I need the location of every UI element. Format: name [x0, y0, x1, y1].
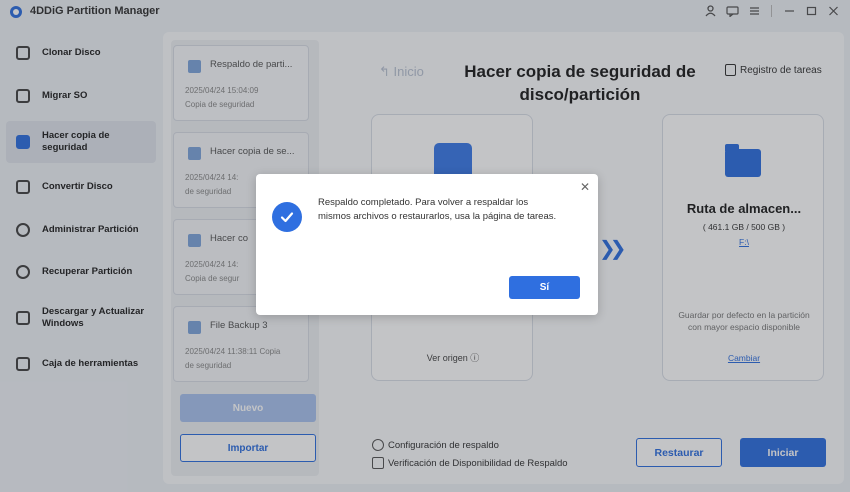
- close-icon[interactable]: ✕: [580, 180, 590, 194]
- check-icon: [272, 202, 302, 232]
- backup-complete-dialog: ✕ Respaldo completado. Para volver a res…: [256, 174, 598, 315]
- confirm-button[interactable]: Sí: [509, 276, 580, 299]
- dialog-message: Respaldo completado. Para volver a respa…: [318, 197, 557, 222]
